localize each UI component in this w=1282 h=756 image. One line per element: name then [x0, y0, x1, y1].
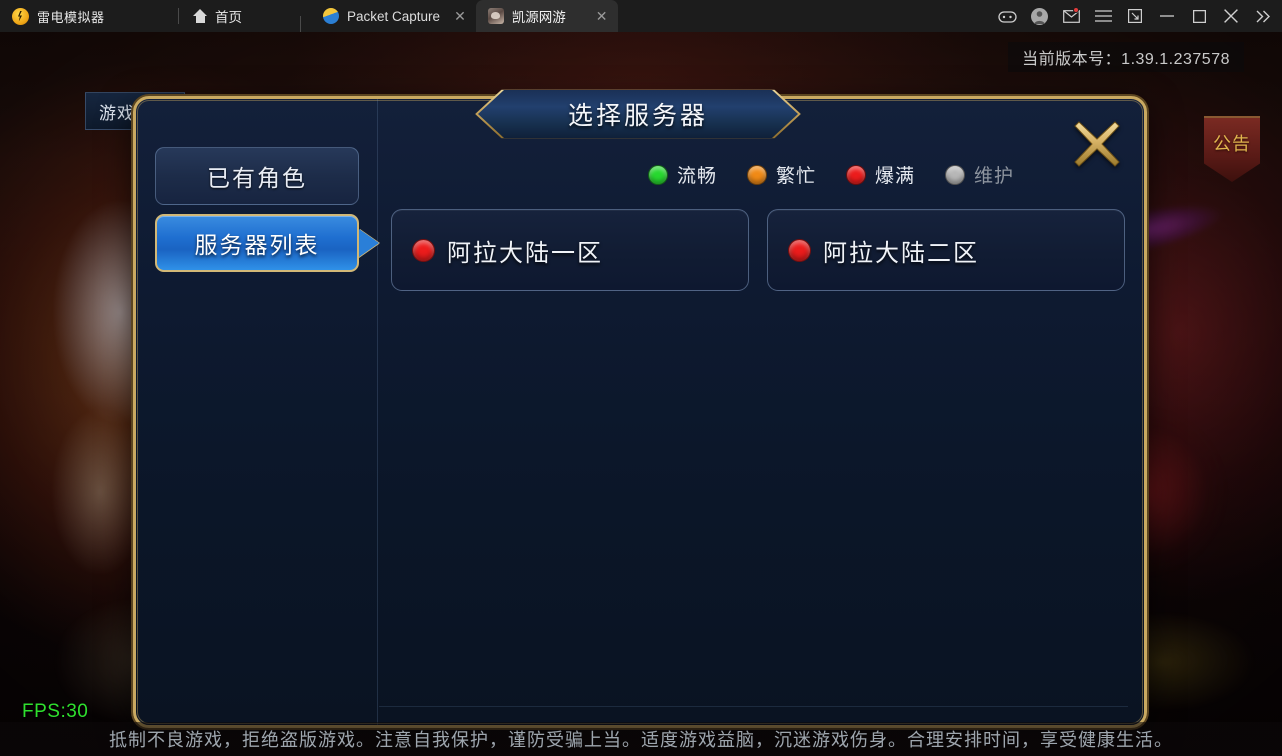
server-list: 阿拉大陆一区 阿拉大陆二区: [391, 209, 1130, 291]
healthy-gaming-notice-text: 抵制不良游戏，拒绝盗版游戏。注意自我保护，谨防受骗上当。适度游戏益脑，沉迷游戏伤…: [109, 730, 1173, 750]
ldplayer-logo-icon: [12, 7, 29, 25]
mail-icon[interactable]: [1056, 0, 1086, 32]
dialog-title-text: 选择服务器: [567, 102, 708, 130]
maximize-icon[interactable]: [1184, 0, 1214, 32]
tab-strip: Packet Capture ✕ 凯源网游 ✕: [290, 0, 618, 32]
expand-right-icon[interactable]: [1248, 0, 1278, 32]
healthy-gaming-notice-bar: 抵制不良游戏，拒绝盗版游戏。注意自我保护，谨防受骗上当。适度游戏益脑，沉迷游戏伤…: [0, 722, 1282, 756]
version-label: 当前版本号：1.39.1.237578: [1008, 42, 1244, 72]
tab-game-close-icon[interactable]: ✕: [596, 9, 608, 23]
tab-packet-capture-close-icon[interactable]: ✕: [454, 9, 466, 23]
legend-label-full: 爆满: [874, 166, 915, 187]
legend-label-smooth: 流畅: [676, 166, 717, 187]
server-select-dialog: 选择服务器 已有角色 服务器列表 流畅 繁忙 爆满 维护 阿拉大陆一区 阿拉大陆…: [133, 96, 1147, 728]
titlebar-divider: [178, 8, 179, 24]
account-avatar-icon[interactable]: [1024, 0, 1054, 32]
minimize-icon[interactable]: [1152, 0, 1182, 32]
dialog-sidebar: 已有角色 服务器列表: [136, 99, 379, 725]
fps-counter: FPS:30: [22, 701, 89, 722]
content-bottom-divider: [379, 706, 1128, 707]
server-name-label: 阿拉大陆一区: [447, 239, 603, 267]
home-tab[interactable]: 首页: [189, 6, 246, 26]
legend-item-maintenance: 维护: [944, 161, 1014, 188]
server-name-label: 阿拉大陆二区: [823, 239, 979, 267]
legend-dot-busy: [746, 164, 767, 185]
tab-game-label: 凯源网游: [511, 10, 566, 25]
legend-label-maintenance: 维护: [973, 166, 1014, 187]
menu-icon[interactable]: [1088, 0, 1118, 32]
sidebar-selected-arrow-icon: [359, 229, 379, 257]
game-viewport: 当前版本号：1.39.1.237578 游戏攻略 公告 选择服务器: [0, 32, 1282, 756]
tab-packet-capture-label: Packet Capture: [347, 8, 441, 24]
legend-dot-full: [845, 164, 866, 185]
tabstrip-divider: [300, 16, 301, 32]
window-close-icon[interactable]: [1216, 0, 1246, 32]
server-card[interactable]: 阿拉大陆一区: [391, 209, 749, 291]
home-icon: [193, 9, 208, 23]
mail-badge: [1073, 7, 1079, 13]
game-app-icon: [487, 8, 504, 24]
dialog-content: 流畅 繁忙 爆满 维护 阿拉大陆一区 阿拉大陆二区: [379, 99, 1144, 725]
emulator-brand: 雷电模拟器: [0, 7, 168, 26]
tab-packet-capture[interactable]: Packet Capture ✕: [311, 0, 476, 32]
tab-game[interactable]: 凯源网游 ✕: [475, 0, 618, 32]
server-status-dot: [788, 238, 811, 262]
emulator-title-bar: 雷电模拟器 首页 Packet Capture ✕ 凯源网游 ✕: [0, 0, 1282, 32]
server-card[interactable]: 阿拉大陆二区: [767, 209, 1125, 291]
legend-item-full: 爆满: [845, 161, 915, 188]
legend-label-busy: 繁忙: [775, 166, 816, 187]
legend-dot-smooth: [647, 164, 668, 185]
sidebar-tab-server-list[interactable]: 服务器列表: [155, 214, 379, 272]
legend-item-smooth: 流畅: [647, 161, 717, 188]
titlebar-actions: [992, 0, 1282, 32]
emulator-brand-label: 雷电模拟器: [37, 9, 105, 25]
server-status-dot: [412, 238, 435, 262]
resize-icon[interactable]: [1120, 0, 1150, 32]
sidebar-tab-existing-character[interactable]: 已有角色: [155, 147, 359, 205]
announcement-banner-label: 公告: [1213, 134, 1251, 154]
dialog-close-button[interactable]: [1069, 116, 1125, 172]
sidebar-tab-server-list-label: 服务器列表: [194, 232, 320, 258]
legend-dot-maintenance: [944, 164, 965, 185]
sidebar-tab-existing-character-label: 已有角色: [207, 165, 307, 191]
packet-capture-icon: [323, 8, 339, 24]
home-tab-label: 首页: [215, 10, 242, 25]
dialog-title-banner: 选择服务器: [478, 90, 798, 138]
gamepad-icon[interactable]: [992, 0, 1022, 32]
server-status-legend: 流畅 繁忙 爆满 维护: [647, 161, 1014, 188]
legend-item-busy: 繁忙: [746, 161, 816, 188]
